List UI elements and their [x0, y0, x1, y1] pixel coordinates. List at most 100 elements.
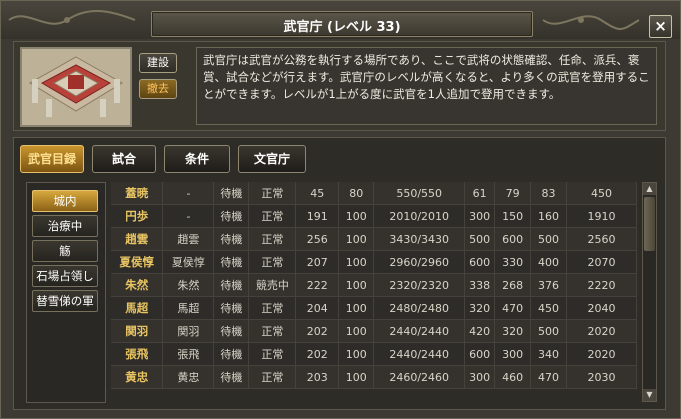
officer-alias-cell: - — [162, 204, 215, 228]
stat-2-cell: 100 — [338, 365, 375, 389]
stat-1-cell: 191 — [295, 204, 340, 228]
stat-6-cell: 83 — [530, 182, 568, 205]
sidebar-item-castle[interactable]: 城内 — [32, 190, 98, 212]
officer-alias-cell: 夏侯惇 — [162, 250, 215, 274]
stat-2-cell: 100 — [338, 342, 375, 366]
stat-2-cell: 100 — [338, 227, 375, 251]
close-button[interactable]: × — [649, 15, 672, 38]
officer-state-cell: 待機 — [213, 319, 250, 343]
table-row[interactable]: 蓋暁 - 待機 正常 45 80 550/550 61 79 83 450 — [111, 182, 637, 205]
stat-5-cell: 268 — [494, 273, 532, 297]
title-plate: 武官庁 (レベル 33) — [151, 11, 533, 37]
stat-4-cell: 300 — [464, 204, 496, 228]
officer-name-cell: 夏侯惇 — [111, 250, 164, 274]
stat-troops-cell: 2440/2440 — [373, 319, 466, 343]
stat-6-cell: 450 — [530, 296, 568, 320]
officer-name-cell: 蓋暁 — [111, 182, 164, 205]
stat-5-cell: 330 — [494, 250, 532, 274]
stat-1-cell: 207 — [295, 250, 340, 274]
stat-7-cell: 450 — [566, 182, 637, 205]
sidebar-item-3[interactable]: 觞 — [32, 240, 98, 262]
scroll-up-icon[interactable]: ▲ — [643, 183, 656, 195]
stat-5-cell: 600 — [494, 227, 532, 251]
stat-4-cell: 600 — [464, 342, 496, 366]
stat-troops-cell: 2010/2010 — [373, 204, 466, 228]
officer-state-cell: 待機 — [213, 342, 250, 366]
officer-alias-cell: 馬超 — [162, 296, 215, 320]
officer-status-cell: 正常 — [248, 250, 297, 274]
officer-state-cell: 待機 — [213, 250, 250, 274]
title-bar: 武官庁 (レベル 33) × — [1, 1, 680, 39]
table-row[interactable]: 趙雲 趙雲 待機 正常 256 100 3430/3430 500 600 500 2560 — [111, 227, 637, 251]
stat-4-cell: 338 — [464, 273, 496, 297]
officer-table: 蓋暁 - 待機 正常 45 80 550/550 61 79 83 450 円歩 - 待機 正常 191 100… — [111, 182, 637, 402]
scroll-thumb[interactable] — [644, 197, 655, 251]
table-scrollbar[interactable]: ▲ ▼ — [642, 182, 657, 402]
stat-troops-cell: 2480/2480 — [373, 296, 466, 320]
stat-7-cell: 1910 — [566, 204, 637, 228]
location-sidebar: 城内 治療中 觞 石場占領し 替雪俤の軍 — [26, 182, 106, 403]
stat-6-cell: 500 — [530, 319, 568, 343]
officer-alias-cell: 朱然 — [162, 273, 215, 297]
table-row[interactable]: 張飛 張飛 待機 正常 202 100 2440/2440 600 300 340 2020 — [111, 342, 637, 366]
sidebar-item-healing[interactable]: 治療中 — [32, 215, 98, 237]
officer-list-panel: 武官目録 試合 条件 文官庁 城内 治療中 觞 石場占領し 替雪俤の軍 蓋暁 - 待… — [13, 137, 666, 410]
build-button[interactable]: 建設 — [139, 53, 177, 73]
stat-7-cell: 2030 — [566, 365, 637, 389]
officer-name-cell: 関羽 — [111, 319, 164, 343]
officer-status-cell: 正常 — [248, 296, 297, 320]
stat-2-cell: 100 — [338, 250, 375, 274]
officer-state-cell: 待機 — [213, 182, 250, 205]
officer-status-cell: 正常 — [248, 227, 297, 251]
stat-6-cell: 400 — [530, 250, 568, 274]
officer-name-cell: 馬超 — [111, 296, 164, 320]
stat-4-cell: 500 — [464, 227, 496, 251]
right-ornament-icon — [542, 15, 640, 30]
stat-5-cell: 150 — [494, 204, 532, 228]
table-row[interactable]: 馬超 馬超 待機 正常 204 100 2480/2480 320 470 450 2040 — [111, 296, 637, 320]
stat-7-cell: 2070 — [566, 250, 637, 274]
stat-7-cell: 2220 — [566, 273, 637, 297]
stat-4-cell: 61 — [464, 182, 496, 205]
officer-state-cell: 待機 — [213, 273, 250, 297]
tab-conditions[interactable]: 条件 — [164, 145, 230, 173]
stat-5-cell: 300 — [494, 342, 532, 366]
officer-status-cell: 競売中 — [248, 273, 297, 297]
stat-1-cell: 204 — [295, 296, 340, 320]
stat-1-cell: 256 — [295, 227, 340, 251]
stat-6-cell: 160 — [530, 204, 568, 228]
stat-6-cell: 376 — [530, 273, 568, 297]
stat-4-cell: 600 — [464, 250, 496, 274]
tab-civil-office[interactable]: 文官庁 — [238, 145, 306, 173]
table-row[interactable]: 夏侯惇 夏侯惇 待機 正常 207 100 2960/2960 600 330 400 2070 — [111, 250, 637, 274]
tab-match[interactable]: 試合 — [92, 145, 156, 173]
stat-1-cell: 203 — [295, 365, 340, 389]
stat-troops-cell: 550/550 — [373, 182, 466, 205]
table-row[interactable]: 黄忠 黄忠 待機 正常 203 100 2460/2460 300 460 470 2030 — [111, 365, 637, 389]
officer-name-cell: 趙雲 — [111, 227, 164, 251]
stat-6-cell: 500 — [530, 227, 568, 251]
officer-alias-cell: 張飛 — [162, 342, 215, 366]
officer-state-cell: 待機 — [213, 204, 250, 228]
scroll-down-icon[interactable]: ▼ — [643, 389, 656, 401]
stat-5-cell: 470 — [494, 296, 532, 320]
table-row[interactable]: 円歩 - 待機 正常 191 100 2010/2010 300 150 160 1910 — [111, 204, 637, 228]
table-row[interactable]: 朱然 朱然 待機 競売中 222 100 2320/2320 338 268 376 2220 — [111, 273, 637, 297]
stat-5-cell: 460 — [494, 365, 532, 389]
table-row[interactable]: 関羽 関羽 待機 正常 202 100 2440/2440 420 320 500 2020 — [111, 319, 637, 343]
tab-officer-list[interactable]: 武官目録 — [20, 145, 84, 173]
sidebar-item-army[interactable]: 替雪俤の軍 — [32, 290, 98, 312]
remove-button[interactable]: 撤去 — [139, 79, 177, 99]
stat-troops-cell: 2320/2320 — [373, 273, 466, 297]
stat-7-cell: 2560 — [566, 227, 637, 251]
officer-name-cell: 円歩 — [111, 204, 164, 228]
officer-status-cell: 正常 — [248, 204, 297, 228]
officer-alias-cell: 趙雲 — [162, 227, 215, 251]
officer-name-cell: 張飛 — [111, 342, 164, 366]
building-image — [20, 47, 132, 127]
officer-status-cell: 正常 — [248, 365, 297, 389]
sidebar-item-quarry[interactable]: 石場占領し — [32, 265, 98, 287]
stat-1-cell: 222 — [295, 273, 340, 297]
officer-status-cell: 正常 — [248, 342, 297, 366]
stat-2-cell: 100 — [338, 273, 375, 297]
